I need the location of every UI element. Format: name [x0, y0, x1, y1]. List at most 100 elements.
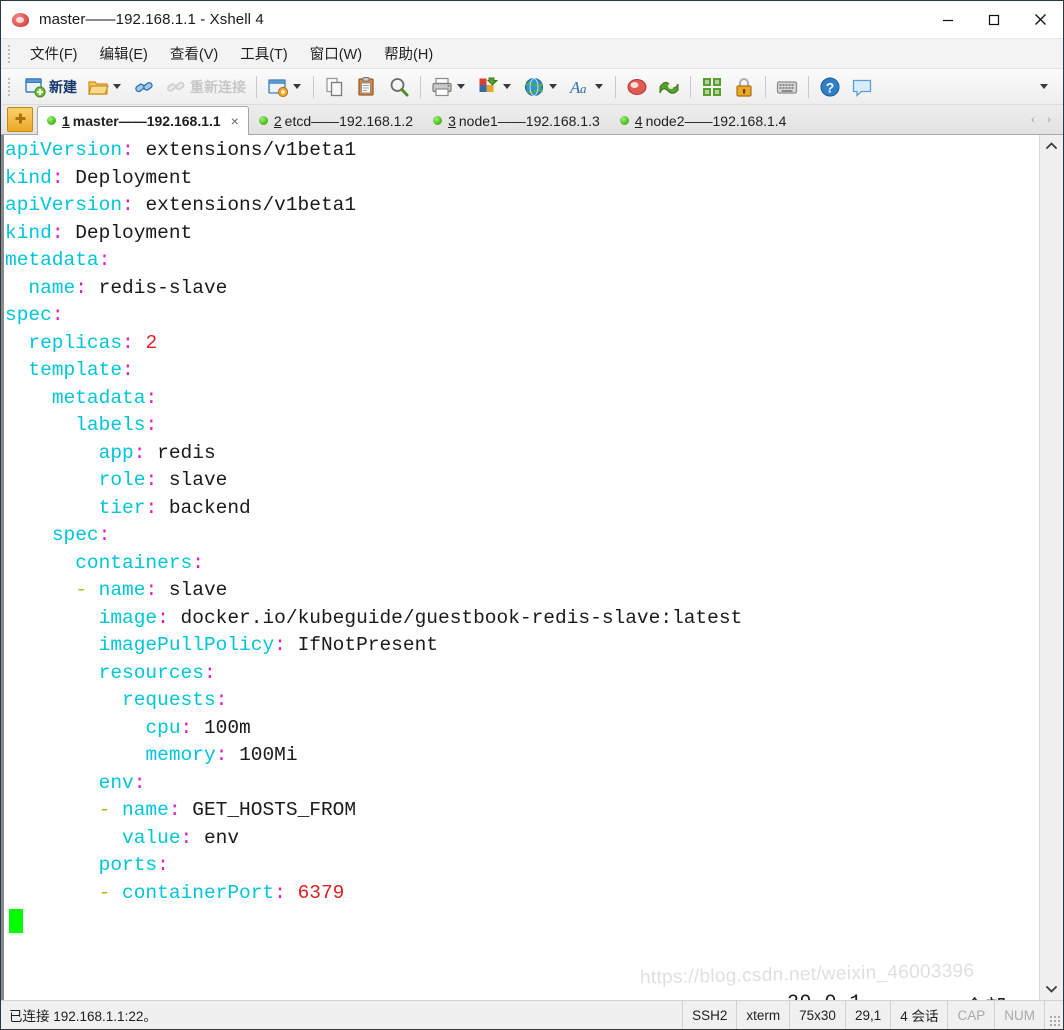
connect-button[interactable]	[128, 73, 160, 101]
menu-view[interactable]: 查看(V)	[159, 40, 229, 67]
paste-icon	[358, 76, 374, 96]
open-session-dropdown-arrow[interactable]	[113, 84, 121, 89]
menu-window[interactable]: 窗口(W)	[299, 40, 373, 67]
toolbar-separator	[690, 75, 691, 98]
copy-icon	[326, 77, 343, 96]
menu-edit[interactable]: 编辑(E)	[89, 40, 159, 67]
menu-file[interactable]: 文件(F)	[19, 40, 89, 67]
toolbar-overflow-button[interactable]	[1031, 73, 1055, 101]
tab-status-dot-icon	[619, 116, 629, 125]
chat-button[interactable]	[846, 73, 878, 101]
xshell-button[interactable]	[621, 73, 653, 101]
status-connection: 已连接 192.168.1.1:22。	[1, 1001, 684, 1029]
tab-etcd[interactable]: 2 etcd——192.168.1.2	[249, 106, 423, 134]
reconnect-button[interactable]: 重新连接	[160, 73, 251, 101]
chevron-up-icon	[1046, 142, 1057, 149]
new-tab-button[interactable]	[7, 107, 33, 132]
print-dropdown-arrow[interactable]	[457, 84, 465, 89]
tab-master[interactable]: 1 master——192.168.1.1 ×	[37, 106, 249, 135]
connect-icon	[135, 81, 153, 92]
tab-scroll-controls: ‹ ›	[1025, 105, 1063, 134]
tab-status-dot-icon	[258, 116, 268, 125]
toolbar-grip-handle[interactable]	[5, 75, 13, 98]
tab-close-icon[interactable]: ×	[231, 114, 239, 128]
menu-grip-handle[interactable]	[5, 42, 13, 65]
menu-bar: 文件(F) 编辑(E) 查看(V) 工具(T) 窗口(W) 帮助(H)	[1, 39, 1063, 69]
scroll-down-button[interactable]	[1040, 978, 1063, 1000]
tab-status-dot-icon	[47, 116, 56, 125]
file-transfer-button[interactable]	[472, 73, 518, 101]
close-button[interactable]	[1017, 1, 1063, 38]
tab-node1[interactable]: 3 node1——192.168.1.3	[423, 106, 610, 134]
tab-scroll-right-icon[interactable]: ›	[1041, 114, 1057, 126]
status-protocol: SSH2	[683, 1001, 738, 1029]
toolbar-separator	[615, 75, 616, 98]
terminal-line: resources:	[98, 661, 216, 684]
scroll-up-button[interactable]	[1040, 135, 1063, 157]
chevron-down-icon	[1040, 84, 1048, 89]
font-icon: A a	[569, 78, 587, 97]
find-button[interactable]	[383, 73, 415, 101]
terminal-line: template:	[28, 359, 134, 381]
xshell-window: master——192.168.1.1 - Xshell 4 文件(F) 编辑(…	[0, 0, 1064, 1030]
terminal-scrollbar[interactable]	[1039, 135, 1063, 1000]
tab-label: etcd——192.168.1.2	[284, 112, 414, 129]
web-browser-dropdown-arrow[interactable]	[549, 84, 557, 89]
terminal-line: apiVersion: extensions/v1beta1	[5, 139, 357, 161]
new-session-label: 新建	[49, 78, 77, 95]
terminal-left-rule	[1, 135, 4, 1000]
paste-button[interactable]	[351, 73, 383, 101]
open-folder-icon	[88, 80, 109, 95]
resize-grip[interactable]	[1045, 1001, 1063, 1029]
toolbar-separator	[420, 75, 421, 98]
terminal-line: kind: Deployment	[5, 221, 193, 244]
open-session-button[interactable]	[82, 73, 128, 101]
minimize-button[interactable]	[925, 1, 971, 38]
terminal-area: apiVersion: extensions/v1beta1 kind: Depl…	[1, 135, 1063, 1000]
toolbar-separator	[313, 75, 314, 98]
terminal-line: name: redis-slave	[28, 276, 228, 299]
terminal-line: containers:	[75, 551, 204, 574]
session-properties-button[interactable]	[262, 73, 308, 101]
terminal-line: metadata:	[51, 386, 158, 409]
font-dropdown-arrow[interactable]	[595, 84, 603, 89]
web-browser-button[interactable]	[518, 73, 564, 101]
help-icon: ?	[820, 77, 840, 96]
terminal-screen[interactable]: apiVersion: extensions/v1beta1 kind: Depl…	[1, 135, 1039, 1000]
toolbar-separator	[256, 75, 257, 98]
chat-icon	[852, 79, 872, 97]
arrange-windows-button[interactable]	[696, 73, 728, 101]
chevron-down-icon	[1046, 986, 1057, 993]
file-transfer-icon	[479, 77, 499, 92]
xftp-button[interactable]	[653, 73, 685, 101]
tab-label: master——192.168.1.1	[72, 112, 221, 129]
tab-index: 2	[273, 112, 282, 129]
vim-cursor-position: 29,0-1	[787, 992, 862, 1000]
keyboard-button[interactable]	[771, 73, 803, 101]
toolbar: 新建 重新连接 A a ?	[1, 69, 1063, 105]
copy-button[interactable]	[319, 73, 351, 101]
help-button[interactable]: ?	[814, 73, 846, 101]
tab-node2[interactable]: 4 node2——192.168.1.4	[610, 106, 797, 134]
terminal-text: apiVersion: extensions/v1beta1 kind: Depl…	[1, 137, 1039, 935]
terminal-line: env:	[98, 771, 146, 794]
tab-bar: 1 master——192.168.1.1 × 2 etcd——192.168.…	[1, 105, 1063, 135]
status-bar: 已连接 192.168.1.1:22。 SSH2 xterm 75x30 29,…	[1, 1000, 1063, 1029]
lock-button[interactable]	[728, 73, 760, 101]
tab-index: 4	[634, 112, 643, 129]
scrollbar-track[interactable]	[1040, 157, 1063, 978]
menu-help[interactable]: 帮助(H)	[373, 40, 444, 67]
font-button[interactable]: A a	[564, 73, 610, 101]
tab-index: 1	[62, 112, 70, 129]
print-button[interactable]	[426, 73, 472, 101]
tab-scroll-left-icon[interactable]: ‹	[1025, 114, 1041, 126]
maximize-button[interactable]	[971, 1, 1017, 38]
toolbar-separator	[808, 75, 809, 98]
window-title: master——192.168.1.1 - Xshell 4	[39, 11, 264, 28]
terminal-line: value: env	[122, 826, 240, 849]
session-properties-dropdown-arrow[interactable]	[293, 84, 301, 89]
file-transfer-dropdown-arrow[interactable]	[503, 84, 511, 89]
new-session-button[interactable]: 新建	[19, 73, 82, 101]
terminal-line: apiVersion: extensions/v1beta1	[5, 194, 357, 216]
menu-tools[interactable]: 工具(T)	[229, 40, 299, 67]
